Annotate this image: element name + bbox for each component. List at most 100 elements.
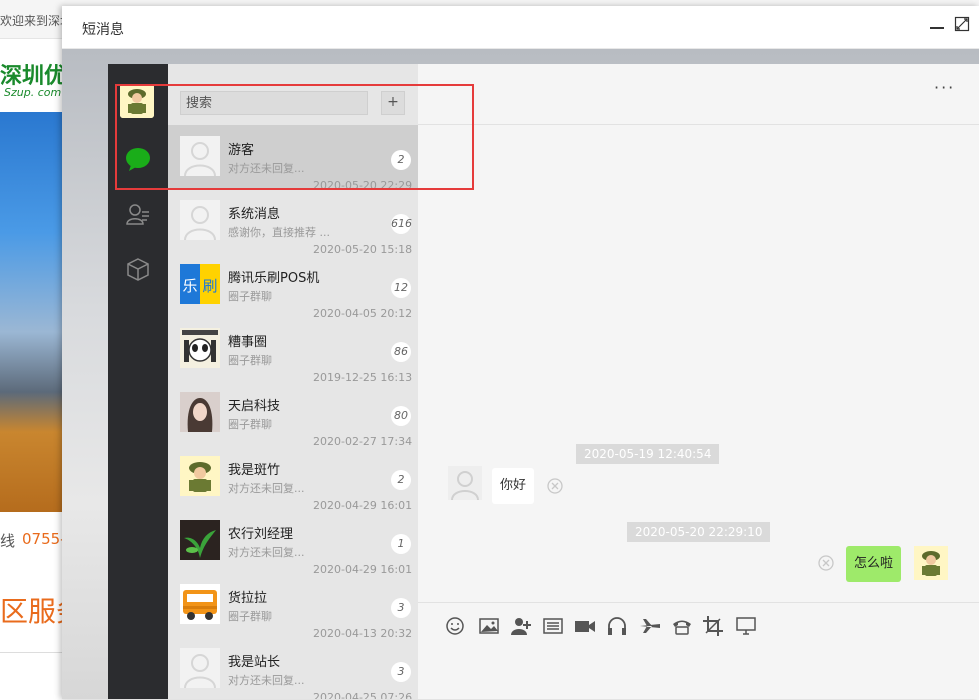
conversation-list: + 游客对方还未回复...22020-05-20 22:29系统消息感谢你，直接… xyxy=(168,64,418,699)
site-banner-image[interactable] xyxy=(0,112,70,512)
conversation-item[interactable]: 系统消息 感谢你，直接推荐 ... 616 2020-05-20 15:18 xyxy=(168,189,418,256)
close-circle-icon xyxy=(547,478,563,494)
maximize-icon xyxy=(954,16,970,32)
conversation-avatar xyxy=(180,648,220,688)
default-avatar-icon xyxy=(180,200,220,240)
more-options-button[interactable]: ··· xyxy=(934,78,955,97)
screenshot-button[interactable] xyxy=(702,615,724,637)
conversation-preview: 圈子群聊 xyxy=(228,290,272,303)
nav-sidebar xyxy=(108,64,168,699)
conversation-item[interactable]: 乐刷腾讯乐刷POS机 圈子群聊 12 2020-04-05 20:12 xyxy=(168,253,418,320)
add-contact-button[interactable] xyxy=(510,615,532,637)
conversation-avatar xyxy=(180,392,220,432)
voice-call-button[interactable] xyxy=(606,615,628,637)
soldier-avatar-icon xyxy=(120,84,154,118)
conversation-name: 腾讯乐刷POS机 xyxy=(228,271,320,286)
emoji-button[interactable] xyxy=(444,615,466,637)
nav-contacts-button[interactable] xyxy=(125,201,151,227)
conversation-item[interactable]: 农行刘经理 对方还未回复... 1 2020-04-29 16:01 xyxy=(168,509,418,576)
image-button[interactable] xyxy=(478,615,500,637)
conversation-name: 我是斑竹 xyxy=(228,463,281,478)
conversation-avatar xyxy=(180,328,220,368)
leshua-logo-icon: 乐刷 xyxy=(180,264,220,304)
add-contact-icon xyxy=(511,618,531,635)
close-circle-icon xyxy=(818,555,834,571)
conversation-name: 天启科技 xyxy=(228,399,281,414)
conversation-item[interactable]: 天启科技 圈子群聊 80 2020-02-27 17:34 xyxy=(168,381,418,448)
conversation-name: 我是站长 xyxy=(228,655,281,670)
default-avatar-icon xyxy=(448,466,482,500)
emoji-icon xyxy=(446,617,464,635)
conversation-item[interactable]: 糟事圈 圈子群聊 86 2019-12-25 16:13 xyxy=(168,317,418,384)
truck-icon-icon xyxy=(180,584,220,624)
default-avatar-icon xyxy=(180,648,220,688)
screen-share-button[interactable] xyxy=(735,615,757,637)
unread-badge: 80 xyxy=(391,406,411,426)
site-logo-sub: Szup. com xyxy=(4,86,62,99)
video-call-button[interactable] xyxy=(574,615,596,637)
site-divider xyxy=(0,652,70,653)
modal-title-bar[interactable]: 短消息 xyxy=(62,6,979,49)
search-input[interactable] xyxy=(181,92,367,114)
conversation-item[interactable]: 我是斑竹 对方还未回复... 2 2020-04-29 16:01 xyxy=(168,445,418,512)
unread-badge: 3 xyxy=(391,598,411,618)
phone-button[interactable] xyxy=(671,615,693,637)
chat-header: ··· xyxy=(418,64,979,125)
recall-message-button[interactable] xyxy=(547,478,563,494)
minimize-button[interactable] xyxy=(928,16,946,34)
conversation-avatar xyxy=(180,520,220,560)
conversation-preview: 圈子群聊 xyxy=(228,354,272,367)
conversation-preview: 对方还未回复... xyxy=(228,162,305,175)
conversation-preview: 对方还未回复... xyxy=(228,674,305,687)
unread-badge: 2 xyxy=(391,150,411,170)
phone-icon xyxy=(673,620,691,635)
plane-icon xyxy=(640,619,660,633)
contact-avatar[interactable] xyxy=(448,466,482,500)
conversation-item[interactable]: 货拉拉 圈子群聊 3 2020-04-13 20:32 xyxy=(168,573,418,640)
soldier-avatar-icon xyxy=(180,456,220,496)
conversation-item[interactable]: 游客 对方还未回复... 2 2020-05-20 22:29 xyxy=(168,125,418,192)
conversation-name: 系统消息 xyxy=(228,207,281,222)
plant-photo-icon xyxy=(180,520,220,560)
message-modal: 短消息 搜索 + 游客 对方还未回复... 2 2020-05-20 22:29… xyxy=(62,6,979,699)
chat-panel: ··· 2020-05-19 12:40:54 你好 2020-05-20 22… xyxy=(418,64,979,699)
default-avatar-icon xyxy=(180,136,220,176)
unread-badge: 1 xyxy=(391,534,411,554)
conversation-name: 货拉拉 xyxy=(228,591,268,606)
soldier-avatar-icon xyxy=(914,546,948,580)
nav-box-button[interactable] xyxy=(125,256,151,282)
incoming-message-bubble[interactable]: 你好 xyxy=(492,468,535,504)
unread-badge: 3 xyxy=(391,662,411,682)
site-phone: 0755- xyxy=(22,530,66,548)
conversation-avatar xyxy=(180,584,220,624)
input-toolbar xyxy=(418,602,979,700)
crop-icon xyxy=(703,616,723,636)
headset-icon xyxy=(608,617,626,635)
unread-badge: 2 xyxy=(391,470,411,490)
conversation-preview: 圈子群聊 xyxy=(228,418,272,431)
my-avatar[interactable] xyxy=(120,84,154,118)
site-phone-prefix: 线 xyxy=(0,532,16,550)
unread-badge: 616 xyxy=(391,214,412,234)
conversation-avatar xyxy=(180,456,220,496)
send-file-button[interactable] xyxy=(639,615,661,637)
search-box xyxy=(180,91,368,115)
image-icon xyxy=(479,618,499,634)
svg-text:乐: 乐 xyxy=(182,277,197,295)
unread-badge: 12 xyxy=(391,278,411,298)
contacts-icon xyxy=(126,204,149,225)
conversation-preview: 圈子群聊 xyxy=(228,610,272,623)
nav-chat-button[interactable] xyxy=(125,146,151,172)
conversation-item[interactable]: 我是站长 对方还未回复... 3 2020-04-25 07:26 xyxy=(168,637,418,699)
cube-icon xyxy=(127,258,149,281)
maximize-button[interactable] xyxy=(954,16,970,32)
message-timestamp: 2020-05-19 12:40:54 xyxy=(576,444,720,464)
add-button[interactable]: + xyxy=(381,91,405,115)
my-message-avatar[interactable] xyxy=(914,546,948,580)
outgoing-message-bubble[interactable]: 怎么啦 xyxy=(846,546,902,582)
card-button[interactable] xyxy=(542,615,564,637)
card-icon xyxy=(543,618,563,634)
conversation-name: 糟事圈 xyxy=(228,335,268,350)
modal-body: + 游客对方还未回复...22020-05-20 22:29系统消息感谢你，直接… xyxy=(62,49,979,699)
recall-message-button[interactable] xyxy=(818,555,834,571)
